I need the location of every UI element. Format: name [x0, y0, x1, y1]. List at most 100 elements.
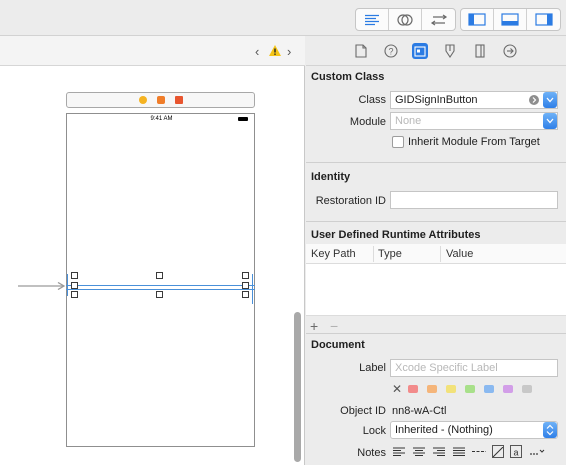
class-combo-box[interactable]: GIDSignInButton — [390, 91, 558, 109]
object-id-value: nn8-wA-Ctl — [392, 405, 447, 417]
first-responder-icon[interactable] — [157, 96, 165, 104]
label-color-green[interactable] — [465, 385, 475, 393]
clear-label-color-icon[interactable]: ✕ — [392, 382, 402, 396]
resize-handle[interactable] — [71, 291, 78, 298]
size-inspector-icon[interactable] — [472, 43, 488, 59]
lock-updown-icon[interactable] — [543, 422, 557, 438]
section-divider — [306, 162, 566, 163]
view-controller-icon[interactable] — [139, 96, 147, 104]
column-divider — [373, 246, 374, 262]
label-color-purple[interactable] — [503, 385, 513, 393]
inherit-module-label: Inherit Module From Target — [408, 136, 540, 148]
label-color-gray[interactable] — [522, 385, 532, 393]
class-label: Class — [358, 94, 386, 106]
label-color-orange[interactable] — [427, 385, 437, 393]
document-header: Document — [311, 339, 365, 351]
column-divider — [440, 246, 441, 262]
section-divider — [306, 333, 566, 334]
runtime-attributes-table-header: Key Path Type Value — [306, 244, 566, 264]
resize-handle[interactable] — [156, 291, 163, 298]
canvas-scrollbar[interactable] — [294, 312, 301, 462]
selection-guide-line — [67, 274, 68, 296]
object-id-label: Object ID — [340, 405, 386, 417]
key-path-column-header[interactable]: Key Path — [311, 248, 356, 260]
editor-mode-segmented-control — [355, 8, 456, 31]
navigator-panel-icon[interactable] — [461, 9, 494, 30]
align-left-icon[interactable] — [392, 445, 406, 458]
quick-help-icon[interactable]: ? — [383, 43, 399, 59]
resize-handle[interactable] — [156, 272, 163, 279]
identity-inspector-icon[interactable] — [412, 43, 428, 59]
resize-handle[interactable] — [242, 282, 249, 289]
selection-guide-line — [252, 274, 253, 304]
class-dropdown-chevron-icon[interactable] — [543, 92, 557, 108]
font-icon[interactable]: a — [510, 445, 522, 458]
connections-inspector-icon[interactable] — [502, 43, 518, 59]
label-label: Label — [359, 362, 386, 374]
resize-handle[interactable] — [242, 272, 249, 279]
inspector-panel: ? Custom Class Class GIDSignInButton Mod… — [306, 36, 566, 465]
remove-attribute-button[interactable]: − — [330, 318, 338, 334]
add-attribute-button[interactable]: + — [310, 318, 318, 334]
identity-header: Identity — [311, 171, 351, 183]
dashed-line-icon[interactable] — [472, 445, 486, 458]
lock-popup[interactable]: Inherited - (Nothing) — [390, 421, 558, 439]
svg-text:?: ? — [388, 47, 393, 57]
lock-value: Inherited - (Nothing) — [395, 424, 493, 436]
restoration-id-field[interactable] — [390, 191, 558, 209]
inspector-tab-bar: ? — [306, 36, 566, 66]
assistant-editor-icon[interactable] — [389, 9, 422, 30]
version-editor-icon[interactable] — [422, 9, 455, 30]
value-column-header[interactable]: Value — [446, 248, 473, 260]
attributes-inspector-icon[interactable] — [442, 43, 458, 59]
battery-icon — [238, 117, 248, 121]
status-bar-time: 9:41 AM — [150, 116, 173, 122]
forward-chevron-icon[interactable]: › — [287, 44, 291, 59]
runtime-attributes-table[interactable] — [306, 264, 566, 316]
lock-label: Lock — [362, 425, 386, 437]
scene-dock[interactable] — [66, 92, 255, 108]
exit-icon[interactable] — [175, 96, 183, 104]
type-column-header[interactable]: Type — [378, 248, 402, 260]
standard-editor-icon[interactable] — [356, 9, 389, 30]
notes-toolbar: a — [390, 445, 558, 459]
runtime-attributes-header: User Defined Runtime Attributes — [311, 229, 481, 241]
module-placeholder: None — [395, 115, 422, 127]
window-toolbar — [0, 0, 566, 36]
utilities-panel-icon[interactable] — [527, 9, 560, 30]
align-center-icon[interactable] — [412, 445, 426, 458]
justify-icon[interactable] — [452, 445, 466, 458]
back-chevron-icon[interactable]: ‹ — [255, 44, 259, 59]
resize-handle[interactable] — [71, 272, 78, 279]
initial-scene-arrow-icon — [18, 281, 66, 293]
svg-text:a: a — [513, 447, 518, 457]
file-inspector-icon[interactable] — [353, 43, 369, 59]
xcode-label-placeholder: Xcode Specific Label — [395, 362, 498, 374]
align-right-icon[interactable] — [432, 445, 446, 458]
module-label: Module — [349, 116, 386, 128]
text-color-icon[interactable] — [492, 445, 504, 458]
class-value: GIDSignInButton — [395, 94, 478, 106]
module-combo-box[interactable]: None — [390, 112, 558, 130]
xcode-label-field[interactable]: Xcode Specific Label — [390, 359, 558, 377]
jump-bar: ‹ › — [0, 36, 305, 66]
inherit-module-checkbox[interactable] — [392, 136, 404, 148]
label-color-red[interactable] — [408, 385, 418, 393]
debug-area-icon[interactable] — [494, 9, 527, 30]
label-color-yellow[interactable] — [446, 385, 456, 393]
section-divider — [306, 221, 566, 222]
label-color-blue[interactable] — [484, 385, 494, 393]
restoration-id-label: Restoration ID — [315, 195, 386, 207]
selection-guide-line — [66, 289, 255, 290]
notes-label: Notes — [357, 447, 386, 459]
warning-icon[interactable] — [268, 44, 282, 60]
panels-segmented-control — [460, 8, 561, 31]
more-options-icon[interactable] — [528, 445, 546, 458]
resize-handle[interactable] — [242, 291, 249, 298]
custom-class-header: Custom Class — [311, 71, 385, 83]
go-to-class-icon[interactable] — [529, 95, 539, 105]
resize-handle[interactable] — [71, 282, 78, 289]
selection-guide-line — [66, 285, 255, 286]
module-dropdown-chevron-icon[interactable] — [543, 113, 557, 129]
device-frame[interactable]: 9:41 AM — [66, 113, 255, 447]
